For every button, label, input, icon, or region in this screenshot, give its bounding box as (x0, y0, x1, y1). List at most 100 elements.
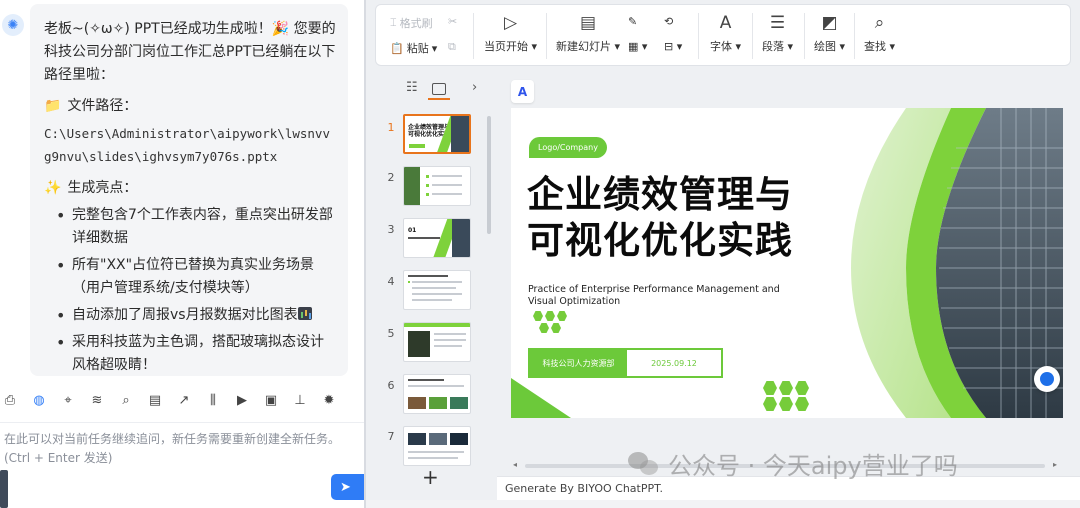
ribbon-separator (854, 13, 855, 59)
slide-number: 6 (387, 379, 395, 392)
image-icon[interactable]: ▣ (263, 393, 279, 408)
printer-icon[interactable]: ⎙ (2, 393, 18, 408)
message-greeting: 老板~(✧ω✧) PPT已经成功生成啦！🎉 您要的科技公司分部门岗位工作汇总PP… (44, 21, 336, 83)
chevron-down-icon: ▾ (431, 41, 438, 55)
org-name: 科技公司人力资源部 (530, 350, 627, 376)
slide-size-button[interactable]: ⊟ ▾ (664, 40, 682, 53)
globe-icon[interactable]: ◍ (31, 393, 47, 408)
scroll-right-icon[interactable]: ▸ (1053, 460, 1057, 469)
highlights-list: 完整包含7个工作表内容，重点突出研发部详细数据 所有"XX"占位符已替换为真实业… (54, 204, 336, 376)
new-slide-icon: ▤ (579, 13, 597, 33)
list-item: 完整包含7个工作表内容，重点突出研发部详细数据 (54, 204, 336, 250)
new-slide-button[interactable]: ▤ 新建幻灯片 ▾ (556, 14, 620, 54)
line-chart-icon[interactable]: ↗ (176, 393, 192, 408)
slide-number: 7 (387, 430, 395, 443)
chat-input[interactable]: 在此可以对当前任务继续追问，新任务需要重新创建全新任务。 (Ctrl + Ent… (0, 422, 364, 508)
video-icon[interactable]: ▶ (234, 393, 250, 408)
hexagon-decoration (763, 381, 815, 411)
section-icon: ▦ ▾ (628, 40, 648, 53)
shapes-icon: ◩ (821, 13, 838, 33)
outline-view-icon[interactable]: ☷ (406, 80, 418, 95)
floating-assistant-button[interactable] (1034, 366, 1060, 392)
slide-number: 4 (387, 275, 395, 288)
ribbon-separator (752, 13, 753, 59)
highlights-label: 生成亮点： (67, 180, 138, 196)
slide-number: 2 (387, 171, 395, 184)
play-from-current-button[interactable]: ▷ 当页开始 ▾ (484, 14, 537, 54)
wechat-icon (628, 450, 660, 478)
ai-assistant-icon[interactable]: A (511, 80, 534, 103)
thumbnail-scrollbar[interactable] (487, 116, 491, 234)
search-doc-icon[interactable]: ⌕ (118, 393, 134, 408)
font-a-icon: A (719, 13, 732, 33)
file-path[interactable]: C:\Users\Administrator\aipywork\lwsnvvg9… (44, 122, 336, 168)
format-painter-icon: ⌶ (390, 16, 397, 29)
reset-button[interactable]: ⟲ (664, 15, 673, 28)
cut-button[interactable]: ✂ (448, 15, 457, 28)
slide-thumbnail-1[interactable]: 企业绩效管理与 可视化优化实践 (403, 114, 471, 154)
stamp-icon[interactable]: ⊥ (292, 393, 308, 408)
sun-icon[interactable]: ✹ (321, 393, 337, 408)
ribbon-separator (698, 13, 699, 59)
bar-chart-icon (297, 307, 312, 320)
clipboard-icon: 📋 (390, 41, 404, 55)
slide-thumbnail-5[interactable] (403, 322, 471, 362)
format-painter-button[interactable]: ⌶ 格式刷 (390, 15, 433, 31)
location-icon[interactable]: ⌖ (60, 393, 76, 408)
chevron-right-icon[interactable]: › (472, 80, 477, 95)
slide-layout-button[interactable]: ✎ (628, 15, 637, 28)
status-bar (366, 500, 1080, 508)
slide-view-icon[interactable] (432, 83, 446, 95)
reset-icon: ⟲ (664, 15, 674, 28)
bot-avatar-icon: ✺ (2, 14, 24, 36)
slide-thumbnail-3[interactable]: 01 (403, 218, 471, 258)
list-item: 自动添加了周报vs月报数据对比图表 (54, 304, 336, 327)
layout-edit-icon: ✎ (628, 15, 638, 28)
file-path-label: 文件路径： (67, 98, 138, 114)
paragraph-icon: ☰ (769, 13, 786, 33)
active-tab-indicator (428, 98, 450, 100)
side-handle[interactable] (0, 470, 8, 508)
send-icon: ➤ (340, 479, 351, 495)
font-button[interactable]: A 字体 ▾ (710, 14, 741, 54)
slide-thumbnail-6[interactable] (403, 374, 471, 414)
slide-date: 2025.09.12 (651, 358, 697, 368)
current-slide[interactable]: Logo/Company 企业绩效管理与 可视化优化实践 Practice of… (511, 108, 1063, 418)
paragraph-button[interactable]: ☰ 段落 ▾ (762, 14, 793, 54)
scroll-left-icon[interactable]: ◂ (513, 460, 517, 469)
copy-icon: ⧉ (448, 40, 456, 53)
hexagon-decoration (533, 311, 573, 333)
send-button[interactable]: ➤ (331, 474, 364, 500)
slide-size-icon: ⊟ ▾ (664, 40, 683, 53)
sparkle-icon: ✨ (44, 180, 62, 196)
library-icon[interactable]: ⫼ (205, 393, 221, 408)
copy-button[interactable]: ⧉ (448, 40, 456, 54)
list-item: 所有"XX"占位符已替换为真实业务场景（用户管理系统/支付模块等） (54, 254, 336, 300)
add-slide-button[interactable]: + (422, 465, 439, 489)
slide-thumbnail-2[interactable] (403, 166, 471, 206)
screen: ✺ 老板~(✧ω✧) PPT已经成功生成啦！🎉 您要的科技公司分部门岗位工作汇总… (0, 0, 1080, 508)
scissors-icon: ✂ (448, 15, 458, 28)
document-icon[interactable]: ▤ (147, 393, 163, 408)
watermark: 公众号 · 今天aipy营业了吗 (628, 446, 958, 481)
ribbon-separator (473, 13, 474, 59)
slide-number: 5 (387, 327, 395, 340)
slide-title: 企业绩效管理与 可视化优化实践 (527, 173, 793, 262)
slide-number: 1 (387, 121, 395, 134)
notes-text: Generate By BIYOO ChatPPT. (505, 482, 664, 495)
chat-toolbar: ⎙ ◍ ⌖ ≋ ⌕ ▤ ↗ ⫼ ▶ ▣ ⊥ ✹ (0, 386, 364, 414)
org-date-bar: 科技公司人力资源部 2025.09.12 (528, 348, 723, 378)
slide-thumbnail-7[interactable] (403, 426, 471, 466)
presentation-app: ⌶ 格式刷 ✂ 📋 粘贴 ▾ ⧉ ▷ 当页开始 ▾ ▤ 新建幻灯片 ▾ ✎ ▦ … (366, 0, 1080, 508)
slide-thumbnail-4[interactable] (403, 270, 471, 310)
wifi-icon[interactable]: ≋ (89, 393, 105, 408)
drawing-button[interactable]: ◩ 绘图 ▾ (814, 14, 845, 54)
assistant-message: 老板~(✧ω✧) PPT已经成功生成啦！🎉 您要的科技公司分部门岗位工作汇总PP… (30, 4, 348, 376)
list-item: 采用科技蓝为主色调，搭配玻璃拟态设计风格超吸睛！ (54, 331, 336, 376)
section-button[interactable]: ▦ ▾ (628, 40, 647, 53)
file-path-heading: 📁 文件路径： (44, 95, 336, 118)
ribbon-separator (804, 13, 805, 59)
find-button[interactable]: ⌕ 查找 ▾ (864, 14, 895, 54)
folder-icon: 📁 (44, 98, 62, 114)
paste-button[interactable]: 📋 粘贴 ▾ (390, 40, 437, 56)
